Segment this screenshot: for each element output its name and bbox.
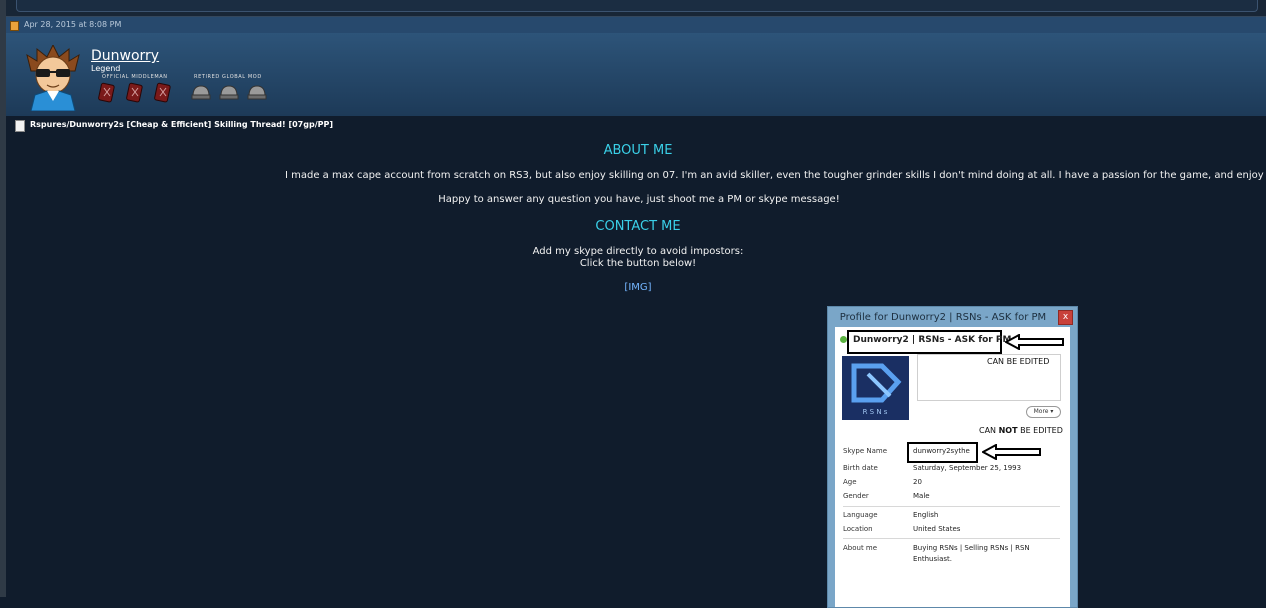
post-date-bar: Apr 28, 2015 at 8:08 PM bbox=[6, 17, 1266, 34]
skype-instruction-line1: Add my skype directly to avoid impostors… bbox=[532, 246, 744, 257]
can-not-prefix: CAN bbox=[979, 426, 999, 435]
top-bar-panel bbox=[16, 0, 1258, 12]
gender-value: Male bbox=[913, 492, 930, 500]
gender-label: Gender bbox=[843, 492, 869, 500]
thread-title-link[interactable]: Rspures/Dunworry2s [Cheap & Efficient] S… bbox=[30, 120, 333, 129]
about-me-value-line1: Buying RSNs | Selling RSNs | RSN bbox=[913, 544, 1030, 552]
skype-profile-body: Dunworry2 | RSNs - ASK for PM R S N s CA… bbox=[835, 327, 1070, 607]
user-avatar[interactable] bbox=[23, 45, 83, 111]
skype-avatar-caption: R S N s bbox=[863, 408, 888, 416]
birth-date-label: Birth date bbox=[843, 464, 878, 472]
skype-titlebar: Profile for Dunworry2 | RSNs - ASK for P… bbox=[828, 307, 1077, 327]
skype-profile-image: Profile for Dunworry2 | RSNs - ASK for P… bbox=[827, 306, 1078, 608]
contact-heading: CONTACT ME bbox=[595, 219, 681, 234]
post-icon bbox=[10, 21, 19, 31]
skype-avatar: R S N s bbox=[842, 356, 909, 420]
age-value: 20 bbox=[913, 478, 922, 486]
online-status-icon bbox=[840, 336, 847, 343]
about-text: I made a max cape account from scratch o… bbox=[285, 170, 1266, 181]
middleman-badge-icon bbox=[98, 82, 171, 103]
thread-link-bar: Rspures/Dunworry2s [Cheap & Efficient] S… bbox=[10, 118, 1266, 132]
language-label: Language bbox=[843, 511, 878, 519]
img-link[interactable]: [IMG] bbox=[10, 282, 1266, 293]
can-not-suffix: BE EDITED bbox=[1017, 426, 1063, 435]
age-label: Age bbox=[843, 478, 857, 486]
location-value: United States bbox=[913, 525, 961, 533]
username-link[interactable]: Dunworry bbox=[91, 48, 159, 64]
close-icon: x bbox=[1058, 310, 1073, 325]
document-icon bbox=[15, 120, 25, 132]
skype-name-label: Skype Name bbox=[843, 447, 888, 455]
helmet-badge-icon bbox=[191, 85, 267, 100]
divider bbox=[843, 538, 1060, 539]
skype-instruction-line2: Click the button below! bbox=[579, 258, 697, 269]
arrow-left-icon bbox=[1005, 334, 1064, 350]
happy-text: Happy to answer any question you have, j… bbox=[438, 194, 840, 205]
skype-window-title: Profile for Dunworry2 | RSNs - ASK for P… bbox=[839, 312, 1047, 323]
about-heading: ABOUT ME bbox=[603, 143, 673, 158]
can-not-bold: NOT bbox=[998, 426, 1018, 435]
about-me-value-line2: Enthusiast. bbox=[913, 555, 952, 563]
more-button: More ▾ bbox=[1026, 406, 1061, 418]
language-value: English bbox=[913, 511, 939, 519]
about-me-label: About me bbox=[843, 544, 878, 552]
skype-display-name: Dunworry2 | RSNs - ASK for PM bbox=[853, 335, 1012, 345]
birth-date-value: Saturday, September 25, 1993 bbox=[913, 464, 1022, 472]
rank-label-middleman: OFFICIAL MIDDLEMAN bbox=[102, 74, 168, 80]
top-bar bbox=[6, 0, 1266, 17]
can-be-edited-note: CAN BE EDITED bbox=[987, 357, 1050, 366]
can-not-be-edited-note: CAN NOT BE EDITED bbox=[979, 426, 1063, 435]
rank-label-global-mod: RETIRED GLOBAL MOD bbox=[194, 74, 262, 80]
divider bbox=[843, 506, 1060, 507]
post-date: Apr 28, 2015 at 8:08 PM bbox=[24, 20, 122, 29]
user-info-bar: Dunworry Legend OFFICIAL MIDDLEMAN RETIR… bbox=[6, 33, 1266, 116]
arrow-left-icon bbox=[982, 444, 1041, 460]
location-label: Location bbox=[843, 525, 873, 533]
user-title: Legend bbox=[91, 64, 121, 73]
skype-name-value: dunworry2sythe bbox=[913, 447, 970, 455]
